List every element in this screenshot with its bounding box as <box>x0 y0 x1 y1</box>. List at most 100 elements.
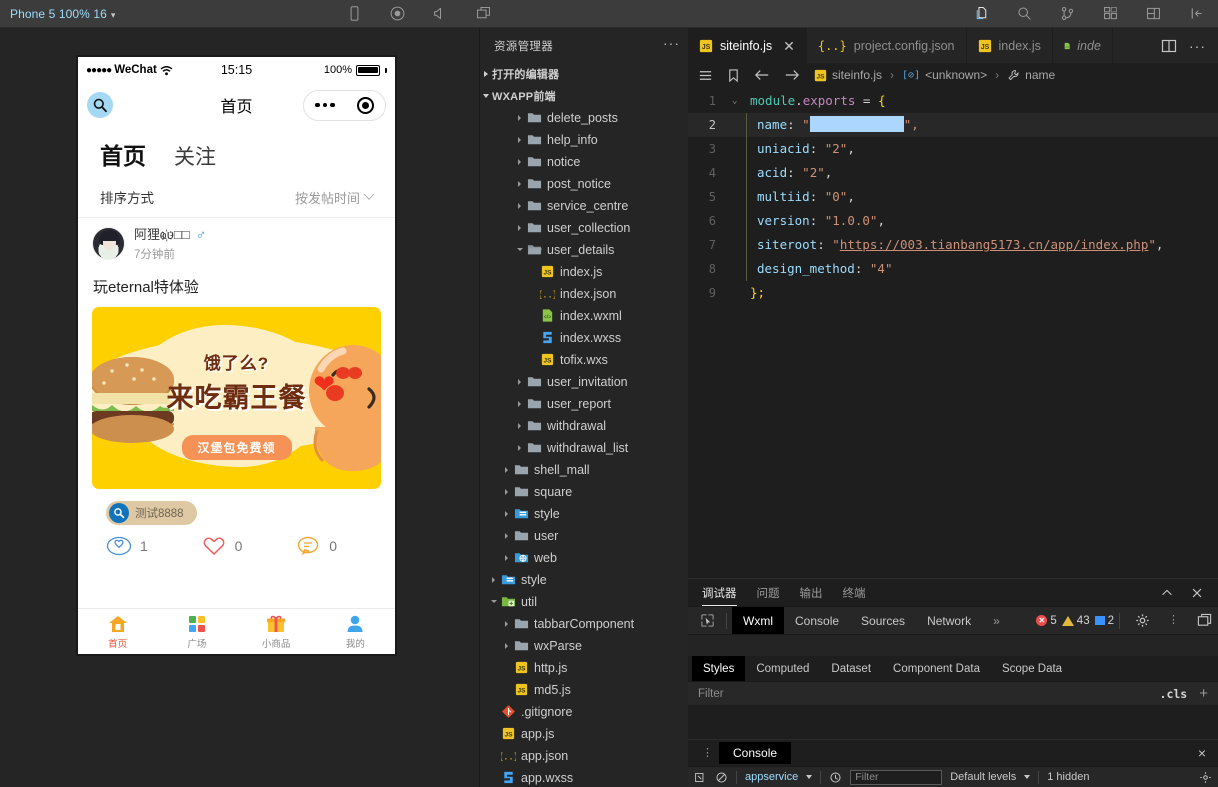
feed-tab-home[interactable]: 首页 <box>97 137 149 172</box>
tree-item-tabbarcomponent[interactable]: tabbarComponent <box>480 613 688 635</box>
chevron-right-icon[interactable] <box>492 576 496 583</box>
tabbar-item-square[interactable]: 广场 <box>157 609 236 654</box>
inspector-tabs-overflow[interactable]: » <box>982 607 1011 635</box>
more-actions-icon[interactable]: ··· <box>663 35 680 57</box>
no-entry-icon[interactable] <box>715 771 728 784</box>
editor-tab-index-wxml[interactable]: </> inde <box>1053 28 1113 63</box>
window-icon[interactable] <box>475 5 492 22</box>
chevron-right-icon[interactable] <box>505 532 509 539</box>
phone-simulator[interactable]: ●●●●● WeChat 15:15 100% 首页 首页 关注 排序方式 按发… <box>76 55 397 656</box>
action-views[interactable]: 1 <box>106 535 183 557</box>
wechat-capsule-bar[interactable] <box>303 89 386 121</box>
tree-item--gitignore[interactable]: .gitignore <box>480 701 688 723</box>
filter-icon[interactable] <box>829 771 842 784</box>
tree-item-index-json[interactable]: {..} index.json <box>480 283 688 305</box>
tabbar-item-mine[interactable]: 我的 <box>316 609 395 654</box>
avatar[interactable] <box>92 226 125 260</box>
post-username[interactable]: 阿狸ҩ҉ᴜ□□ <box>134 224 190 243</box>
console-filter-input[interactable]: Filter <box>850 769 943 785</box>
chevron-right-icon[interactable] <box>518 400 522 407</box>
chevron-right-icon[interactable] <box>518 114 522 121</box>
subtab-styles[interactable]: Styles <box>692 656 746 681</box>
chevron-right-icon[interactable] <box>518 202 522 209</box>
subtab-scope-data[interactable]: Scope Data <box>991 656 1073 681</box>
outline-icon[interactable] <box>698 68 713 83</box>
console-drawer-tab[interactable]: Console <box>719 742 792 764</box>
inspector-tab-wxml[interactable]: Wxml <box>732 606 784 635</box>
chevron-right-icon[interactable] <box>505 510 509 517</box>
tree-item-md5-js[interactable]: JS md5.js <box>480 679 688 701</box>
add-rule-button[interactable]: + <box>1199 685 1208 702</box>
kebab-icon[interactable]: ⋮ <box>1162 615 1185 626</box>
volume-icon[interactable] <box>432 5 449 22</box>
chevron-right-icon[interactable] <box>505 466 509 473</box>
code-token-url[interactable]: https://003.tianbang5173.cn/app/index.ph… <box>840 237 1149 252</box>
files-icon[interactable] <box>960 5 1003 22</box>
gear-icon[interactable] <box>1135 613 1150 628</box>
tabbar-item-home[interactable]: 首页 <box>78 609 157 654</box>
forward-arrow-icon[interactable] <box>784 68 800 82</box>
chevron-right-icon[interactable] <box>518 422 522 429</box>
breadcrumb-symbol-unknown[interactable]: [⊘] <unknown> <box>902 68 987 82</box>
subtab-component-data[interactable]: Component Data <box>882 656 991 681</box>
info-badge[interactable]: 2 <box>1094 615 1114 627</box>
chevron-right-icon[interactable] <box>505 642 509 649</box>
tree-item-web[interactable]: web <box>480 547 688 569</box>
inspector-tab-console[interactable]: Console <box>784 607 850 635</box>
tree-item-index-js[interactable]: JS index.js <box>480 261 688 283</box>
breadcrumb-file[interactable]: JS siteinfo.js <box>814 68 882 82</box>
chevron-down-icon[interactable] <box>491 599 497 604</box>
gear-icon[interactable] <box>1199 771 1212 784</box>
back-arrow-icon[interactable] <box>754 68 770 82</box>
chevron-right-icon[interactable] <box>505 554 509 561</box>
more-actions-icon[interactable]: ··· <box>1189 38 1206 54</box>
editor-tab-project-config[interactable]: {..} project.config.json <box>807 28 967 63</box>
feed-tab-follow[interactable]: 关注 <box>174 141 216 171</box>
warning-badge[interactable]: 43 <box>1061 615 1090 627</box>
inspector-tab-network[interactable]: Network <box>916 607 982 635</box>
tree-item-index-wxss[interactable]: index.wxss <box>480 327 688 349</box>
post-banner-image[interactable]: 饿了么? 来吃霸王餐 ❤ 汉堡包免费领 <box>92 307 381 489</box>
tree-item-tofix-wxs[interactable]: JS tofix.wxs <box>480 349 688 371</box>
tree-item-app-wxss[interactable]: app.wxss <box>480 767 688 787</box>
tree-item-util[interactable]: util <box>480 591 688 613</box>
tree-item-user-report[interactable]: user_report <box>480 393 688 415</box>
search-icon[interactable] <box>87 92 113 118</box>
panel-tab-output[interactable]: 输出 <box>800 579 823 606</box>
fold-arrow-icon[interactable]: ⌄ <box>732 89 746 113</box>
chevron-right-icon[interactable] <box>505 620 509 627</box>
chevron-right-icon[interactable] <box>518 378 522 385</box>
tree-item-app-json[interactable]: {..} app.json <box>480 745 688 767</box>
editor-tab-siteinfo[interactable]: JS siteinfo.js ✕ <box>688 28 807 63</box>
tree-item-app-js[interactable]: JS app.js <box>480 723 688 745</box>
console-levels-selector[interactable]: Default levels <box>950 771 1016 783</box>
panel-tab-debugger[interactable]: 调试器 <box>702 579 737 606</box>
error-badge[interactable]: ✕ 5 <box>1036 615 1057 627</box>
chevron-right-icon[interactable] <box>518 136 522 143</box>
tree-item-style[interactable]: style <box>480 569 688 591</box>
tree-item-help-info[interactable]: help_info <box>480 129 688 151</box>
tree-item-http-js[interactable]: JS http.js <box>480 657 688 679</box>
chevron-right-icon[interactable] <box>518 180 522 187</box>
action-likes[interactable]: 0 <box>183 535 260 557</box>
cls-toggle[interactable]: .cls <box>1160 687 1188 701</box>
chevron-right-icon[interactable] <box>505 488 509 495</box>
more-dots-icon[interactable] <box>315 102 335 108</box>
post-tag-chip[interactable]: 测试8888 <box>106 501 197 525</box>
tree-item-delete-posts[interactable]: delete_posts <box>480 107 688 129</box>
chevron-right-icon[interactable] <box>518 158 522 165</box>
tree-item-user-invitation[interactable]: user_invitation <box>480 371 688 393</box>
source-control-icon[interactable] <box>1046 5 1089 22</box>
bookmark-icon[interactable] <box>727 68 740 83</box>
tree-item-service-centre[interactable]: service_centre <box>480 195 688 217</box>
tree-item-withdrawal-list[interactable]: withdrawal_list <box>480 437 688 459</box>
sort-selector[interactable]: 按发帖时间 <box>295 188 375 207</box>
editor-tab-index-js[interactable]: JS index.js <box>967 28 1053 63</box>
record-icon[interactable] <box>389 5 406 22</box>
tree-item-index-wxml[interactable]: </> index.wxml <box>480 305 688 327</box>
close-icon[interactable] <box>1190 586 1204 600</box>
section-project-root[interactable]: WXAPP前端 <box>480 84 688 107</box>
selected-empty-value[interactable] <box>809 116 904 132</box>
subtab-computed[interactable]: Computed <box>745 656 820 681</box>
extensions-icon[interactable] <box>1089 5 1132 22</box>
